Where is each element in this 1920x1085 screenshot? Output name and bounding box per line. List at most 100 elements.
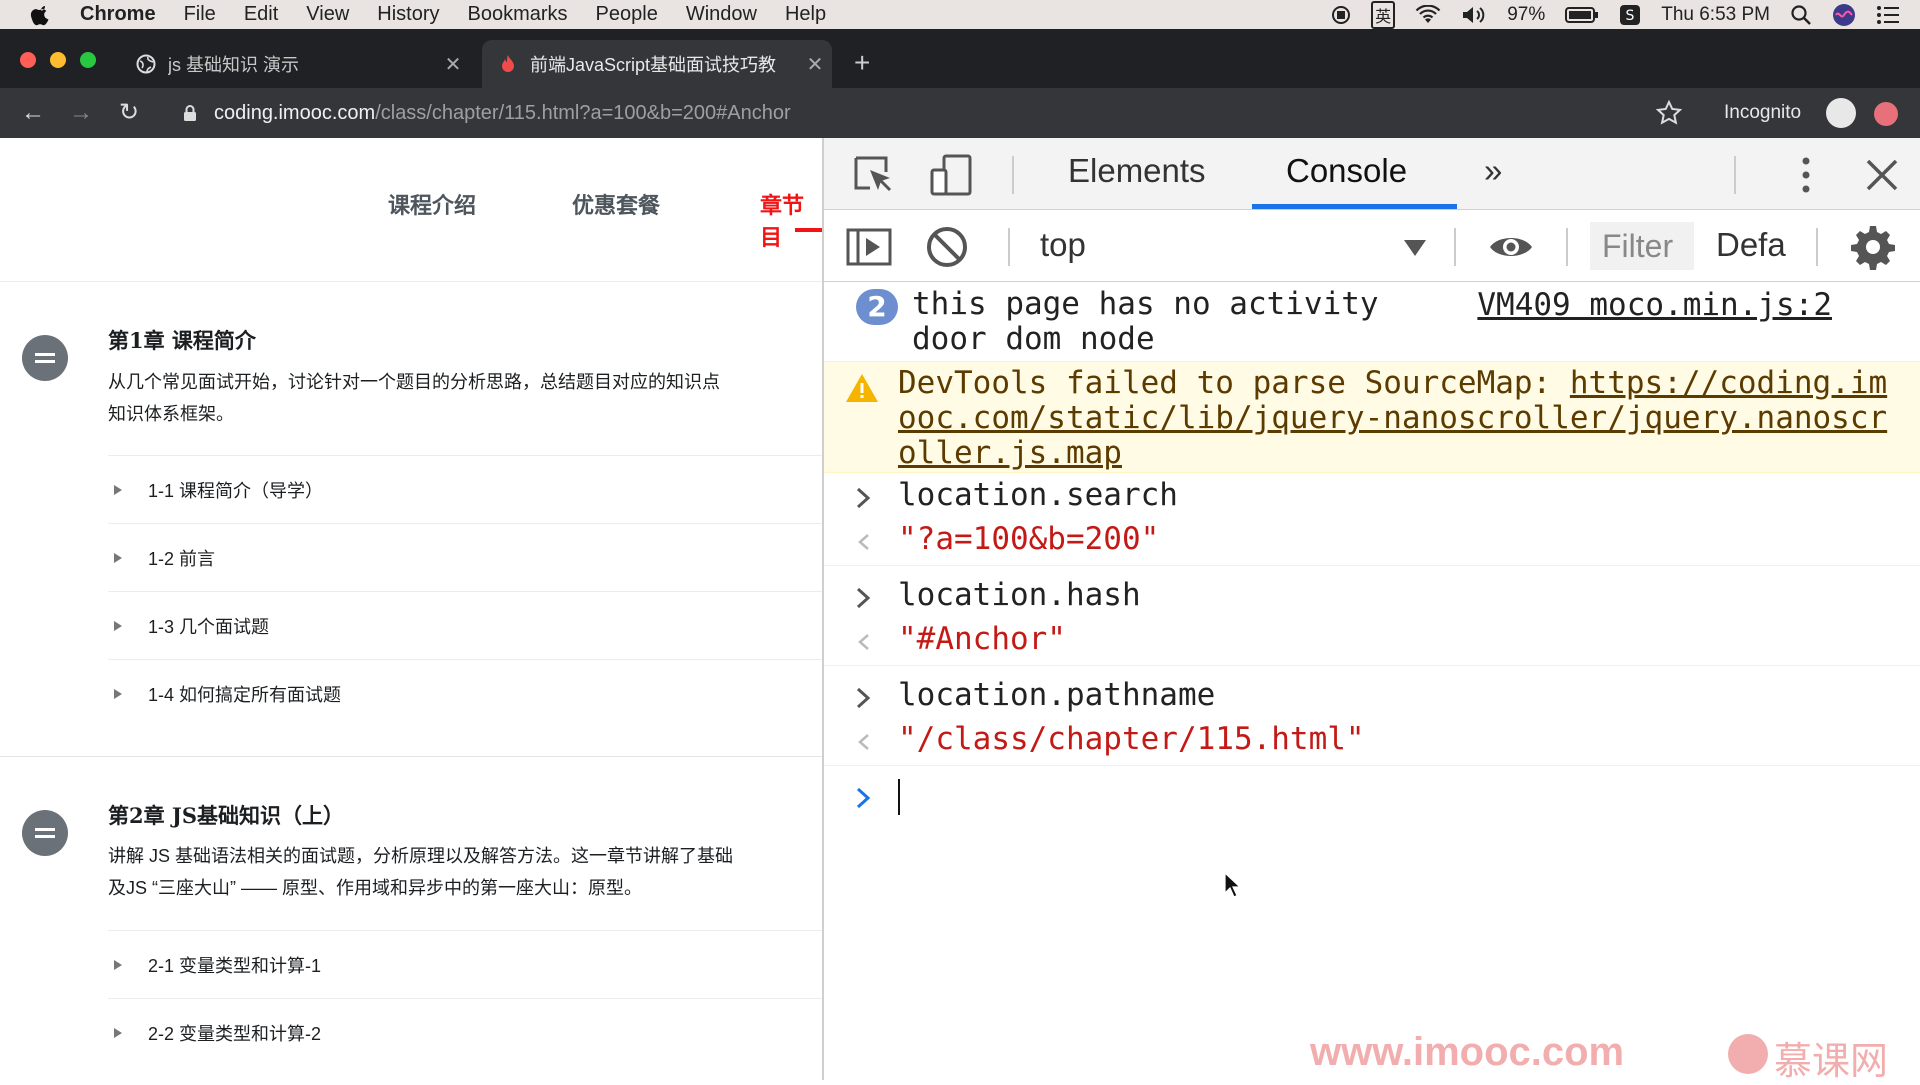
warning-icon	[846, 374, 878, 402]
settings-gear-icon[interactable]	[1850, 224, 1896, 270]
clear-console-icon[interactable]	[924, 224, 970, 270]
live-expression-eye-icon[interactable]	[1488, 224, 1534, 270]
inspect-element-icon[interactable]	[852, 154, 896, 196]
window-close-button[interactable]	[20, 52, 36, 68]
lesson-title: 1-2 前言	[148, 548, 216, 569]
nav-chapters[interactable]: 章节目	[760, 188, 822, 252]
svg-text:S: S	[1626, 8, 1635, 24]
chapter-desc-line: 讲解 JS 基础语法相关的面试题，分析原理以及解答方法。这一章节讲解了基础	[108, 846, 734, 866]
lock-icon[interactable]	[180, 103, 200, 123]
console-filter-bar: top Filter Defa	[824, 210, 1920, 282]
repeat-count-badge: 2	[856, 289, 898, 325]
tab-close-icon[interactable]: ✕	[798, 52, 832, 77]
lesson-item[interactable]: 2-1 变量类型和计算-1	[108, 930, 822, 998]
console-warning-message: DevTools failed to parse SourceMap: http…	[824, 361, 1920, 473]
toolbar-divider	[1734, 156, 1736, 194]
forward-arrow-icon[interactable]: →	[68, 100, 94, 126]
nav-course-intro[interactable]: 课程介绍	[388, 188, 476, 220]
tab-elements[interactable]: Elements	[1068, 152, 1206, 190]
incognito-label: Incognito	[1724, 102, 1802, 123]
active-nav-underline	[795, 228, 822, 232]
lesson-item[interactable]: 1-2 前言	[108, 523, 822, 591]
chapter-title[interactable]: 第1章 课程简介	[108, 325, 256, 355]
active-prompt-chevron-icon	[856, 787, 871, 809]
window-minimize-button[interactable]	[50, 52, 66, 68]
toolbar-divider	[1012, 156, 1014, 194]
apple-icon[interactable]	[30, 4, 52, 26]
menu-help[interactable]: Help	[785, 3, 826, 26]
lesson-title: 1-1 课程简介（导学）	[148, 480, 324, 501]
spotlight-search-icon[interactable]	[1790, 4, 1812, 26]
menu-chrome[interactable]: Chrome	[80, 3, 156, 26]
result-arrow-icon	[858, 534, 869, 550]
app-s-icon[interactable]: S	[1619, 4, 1641, 26]
tab-js-demo[interactable]: js 基础知识 演示 ✕	[120, 40, 470, 88]
show-sidebar-icon[interactable]	[846, 224, 892, 270]
lesson-title: 1-4 如何搞定所有面试题	[148, 684, 342, 705]
string-value: "/class/chapter/115.html"	[898, 721, 1365, 757]
info-message-line: this page has no activity	[912, 286, 1379, 322]
expand-triangle-icon	[114, 552, 122, 563]
wifi-icon[interactable]	[1415, 4, 1441, 25]
tab-title: js 基础知识 演示	[168, 55, 300, 75]
course-page: 课程介绍 优惠套餐 章节目 第1章 课程简介 从几个常见面试开始，讨论针对一个题…	[0, 138, 822, 1080]
device-toolbar-icon[interactable]	[930, 154, 974, 196]
battery-icon[interactable]	[1565, 6, 1599, 24]
menu-window[interactable]: Window	[686, 3, 757, 26]
lesson-item[interactable]: 1-4 如何搞定所有面试题	[108, 659, 822, 727]
console-info-message: 2 this page has no activity door dom nod…	[824, 283, 1920, 361]
close-devtools-icon[interactable]	[1860, 154, 1904, 196]
toolbar-divider	[1816, 228, 1818, 266]
kebab-menu-icon[interactable]	[1784, 154, 1828, 196]
menu-people[interactable]: People	[596, 3, 658, 26]
input-prompt-chevron-icon	[856, 687, 871, 709]
console-input-line: location.search	[824, 475, 1920, 519]
menu-edit[interactable]: Edit	[244, 3, 278, 26]
devtools-panel: Elements Console » top Filter Defa 2 thi…	[822, 138, 1920, 1080]
message-divider	[824, 665, 1920, 666]
reload-icon[interactable]: ↻	[116, 100, 142, 126]
message-source-link[interactable]: VM409 moco.min.js:2	[1477, 287, 1832, 323]
mouse-pointer-icon	[1224, 872, 1242, 898]
menu-view[interactable]: View	[306, 3, 349, 26]
chapter-divider	[0, 756, 822, 757]
incognito-icon[interactable]	[1826, 98, 1856, 128]
volume-icon[interactable]	[1461, 5, 1487, 25]
screen-record-icon[interactable]	[1331, 5, 1351, 25]
console-result: "#Anchor"	[898, 621, 1066, 657]
tab-close-icon[interactable]: ✕	[436, 52, 470, 77]
new-tab-icon[interactable]: +	[854, 48, 870, 78]
extension-icon[interactable]	[1874, 102, 1898, 126]
console-filter-input[interactable]: Filter	[1590, 222, 1694, 270]
menu-history[interactable]: History	[377, 3, 439, 26]
back-arrow-icon[interactable]: ←	[20, 100, 46, 126]
nav-package[interactable]: 优惠套餐	[572, 188, 660, 220]
notification-center-icon[interactable]	[1876, 5, 1900, 25]
console-output: 2 this page has no activity door dom nod…	[824, 283, 1920, 1080]
message-divider	[824, 565, 1920, 566]
clock[interactable]: Thu 6:53 PM	[1661, 4, 1770, 26]
chapter-title[interactable]: 第2章 JS基础知识（上）	[108, 800, 344, 830]
menu-file[interactable]: File	[184, 3, 216, 26]
chapter-list-icon	[22, 810, 68, 856]
log-levels-dropdown[interactable]: Defa	[1716, 226, 1786, 264]
input-method-indicator[interactable]: 英	[1371, 0, 1396, 29]
chapter-list-icon	[22, 335, 68, 381]
bookmark-star-icon[interactable]	[1656, 100, 1682, 126]
dropdown-arrow-icon[interactable]	[1404, 240, 1426, 256]
navigation-bar: ← → ↻ coding.imooc.com /class/chapter/11…	[0, 88, 1920, 138]
tab-imooc-course[interactable]: 前端JavaScript基础面试技巧教 ✕	[482, 40, 832, 88]
lesson-item[interactable]: 1-1 课程简介（导学）	[108, 455, 822, 523]
lesson-item[interactable]: 1-3 几个面试题	[108, 591, 822, 659]
window-zoom-button[interactable]	[80, 52, 96, 68]
siri-icon[interactable]	[1832, 3, 1856, 27]
macos-menubar: Chrome File Edit View History Bookmarks …	[0, 0, 1920, 29]
context-selector[interactable]: top	[1040, 226, 1086, 264]
address-bar[interactable]: coding.imooc.com /class/chapter/115.html…	[170, 94, 1710, 132]
message-divider	[824, 765, 1920, 766]
menu-bookmarks[interactable]: Bookmarks	[468, 3, 568, 26]
more-tabs-icon[interactable]: »	[1484, 152, 1502, 190]
imooc-logo-icon	[1728, 1034, 1768, 1074]
lesson-item[interactable]: 2-2 变量类型和计算-2	[108, 998, 822, 1066]
tab-console[interactable]: Console	[1286, 152, 1407, 190]
